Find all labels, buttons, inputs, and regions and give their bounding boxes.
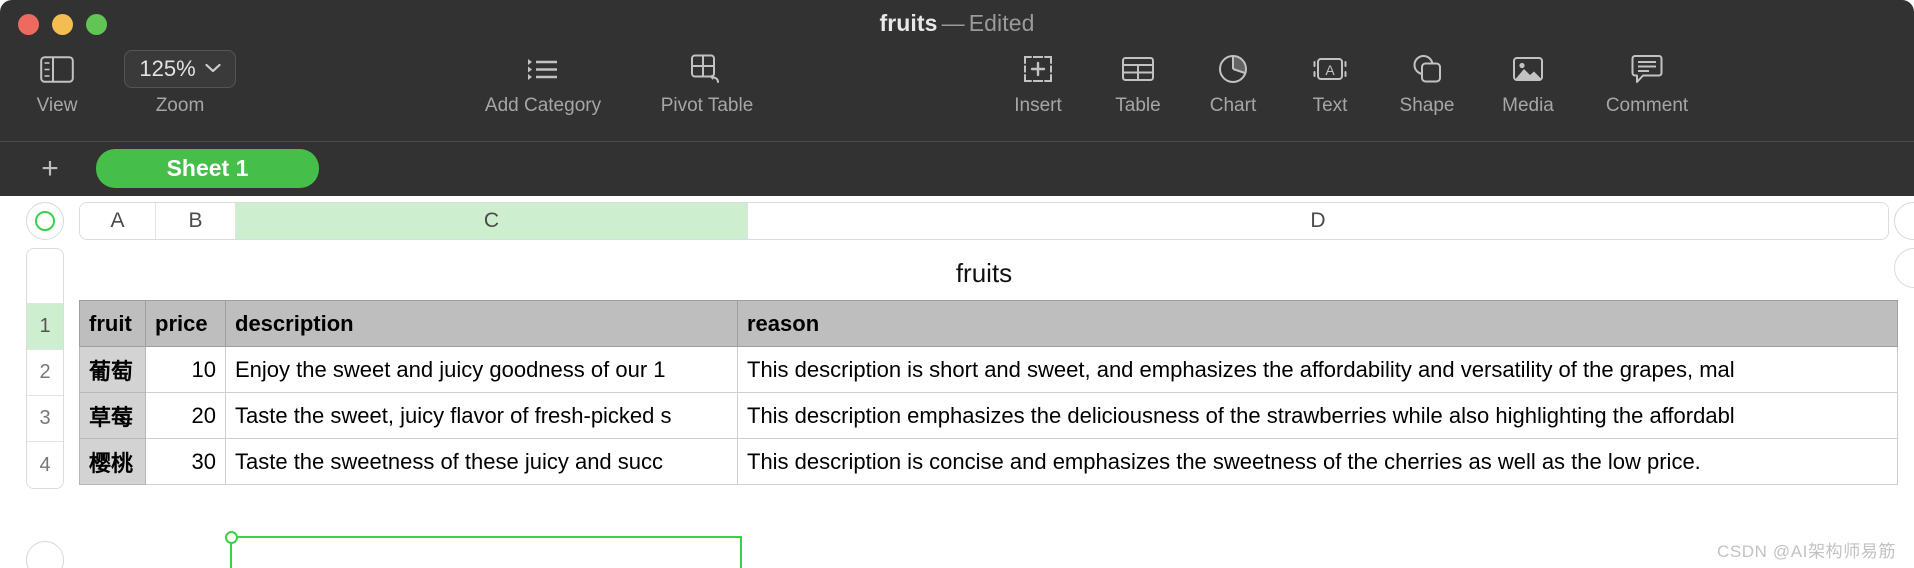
pivot-table-icon (690, 48, 724, 90)
sheet-title: fruits (955, 258, 1013, 288)
cell-description-2[interactable]: Taste the sweet, juicy flavor of fresh-p… (225, 392, 738, 439)
row-header-1[interactable]: 1 (27, 304, 63, 350)
column-header-c[interactable]: C (236, 203, 748, 239)
zoom-dropdown[interactable]: 125% (124, 50, 236, 88)
table-row: 葡萄 10 Enjoy the sweet and juicy goodness… (79, 346, 1898, 393)
edited-status: Edited (968, 10, 1035, 36)
sheet-canvas: A B C D 1 2 3 4 fruits fruit price descr… (0, 196, 1914, 568)
selection-handle-top-left[interactable] (225, 531, 238, 544)
toolbar-label-zoom: Zoom (155, 95, 205, 116)
column-header-b[interactable]: B (156, 203, 236, 239)
title-dash: — (941, 10, 965, 36)
column-headers: A B C D (79, 202, 1889, 240)
comment-icon (1631, 48, 1663, 90)
row-headers: 1 2 3 4 (26, 248, 64, 489)
cell-reason-3[interactable]: This description is concise and emphasiz… (737, 438, 1898, 485)
column-right-handle[interactable] (1894, 202, 1914, 240)
header-cell-fruit[interactable]: fruit (79, 300, 146, 347)
cell-price-2[interactable]: 20 (145, 392, 226, 439)
row-header-4[interactable]: 4 (27, 442, 63, 488)
data-table: fruit price description reason 葡萄 10 Enj… (79, 300, 1898, 485)
toolbar: View 125% Zoom Add Category Pivot Table … (0, 48, 1914, 138)
toolbar-item-add-category[interactable]: Add Category (473, 48, 613, 117)
chart-pie-icon (1218, 48, 1248, 90)
table-header-row: fruit price description reason (79, 300, 1898, 347)
horizontal-scroll-handle[interactable] (1894, 248, 1914, 288)
add-sheet-button[interactable]: + (30, 150, 70, 190)
media-image-icon (1512, 48, 1544, 90)
column-header-d[interactable]: D (748, 203, 1888, 239)
select-all-handle[interactable] (26, 202, 64, 240)
header-cell-price[interactable]: price (145, 300, 226, 347)
cell-price-3[interactable]: 30 (145, 438, 226, 485)
toolbar-label-view: View (36, 95, 78, 116)
document-name: fruits (879, 10, 938, 36)
row-bottom-handle[interactable] (26, 541, 64, 568)
cell-fruit-3[interactable]: 樱桃 (79, 438, 146, 485)
cell-reason-1[interactable]: This description is short and sweet, and… (737, 346, 1898, 393)
list-icon (526, 48, 560, 90)
row-header-3[interactable]: 3 (27, 396, 63, 442)
column-header-a[interactable]: A (80, 203, 156, 239)
cell-selection-outline (225, 531, 742, 568)
row-header-2[interactable]: 2 (27, 350, 63, 396)
toolbar-label-pivot-table: Pivot Table (660, 95, 754, 116)
watermark-text: CSDN @AI架构师易筋 (1716, 542, 1896, 561)
cell-fruit-1[interactable]: 葡萄 (79, 346, 146, 393)
cell-description-3[interactable]: Taste the sweetness of these juicy and s… (225, 438, 738, 485)
toolbar-label-media: Media (1502, 95, 1554, 116)
cell-reason-2[interactable]: This description emphasizes the deliciou… (737, 392, 1898, 439)
header-cell-reason[interactable]: reason (737, 300, 1898, 347)
svg-text:A: A (1325, 62, 1335, 78)
spreadsheet-window: fruits — Edited View 125% Zoom Add Categ… (0, 0, 1914, 568)
table-row: 樱桃 30 Taste the sweetness of these juicy… (79, 438, 1898, 485)
sheet-tab-bar: + Sheet 1 (0, 141, 1914, 197)
table-row: 草莓 20 Taste the sweet, juicy flavor of f… (79, 392, 1898, 439)
table-icon (1121, 48, 1155, 90)
document-title: fruits — Edited (0, 10, 1914, 37)
text-box-icon: A (1313, 48, 1347, 90)
row-header-blank[interactable] (27, 249, 63, 304)
header-cell-description[interactable]: description (225, 300, 738, 347)
title-bar: fruits — Edited (0, 0, 1914, 52)
toolbar-label-table: Table (1115, 95, 1161, 116)
cell-price-1[interactable]: 10 (145, 346, 226, 393)
cell-description-1[interactable]: Enjoy the sweet and juicy goodness of ou… (225, 346, 738, 393)
toolbar-label-text: Text (1312, 95, 1348, 116)
sheet-tab-sheet-1[interactable]: Sheet 1 (96, 149, 319, 188)
sidebar-icon (40, 48, 74, 90)
zoom-value: 125% (139, 56, 196, 81)
toolbar-label-shape: Shape (1399, 95, 1455, 116)
toolbar-item-comment[interactable]: Comment (1577, 48, 1717, 117)
select-all-ring-icon (35, 211, 55, 231)
column-header-bar: A B C D (0, 196, 1914, 242)
toolbar-item-pivot-table[interactable]: Pivot Table (637, 48, 777, 117)
cell-fruit-2[interactable]: 草莓 (79, 392, 146, 439)
toolbar-label-chart: Chart (1209, 95, 1257, 116)
toolbar-label-insert: Insert (1014, 95, 1062, 116)
shape-icon (1411, 48, 1443, 90)
toolbar-label-comment: Comment (1605, 95, 1689, 116)
toolbar-label-add-category: Add Category (484, 95, 602, 116)
insert-icon (1021, 48, 1055, 90)
zoom-control[interactable]: 125% (124, 48, 236, 90)
window-chrome: fruits — Edited View 125% Zoom Add Categ… (0, 0, 1914, 197)
toolbar-item-zoom[interactable]: 125% Zoom (110, 48, 250, 117)
toolbar-item-view[interactable]: View (0, 48, 127, 117)
chevron-down-icon (205, 60, 221, 78)
